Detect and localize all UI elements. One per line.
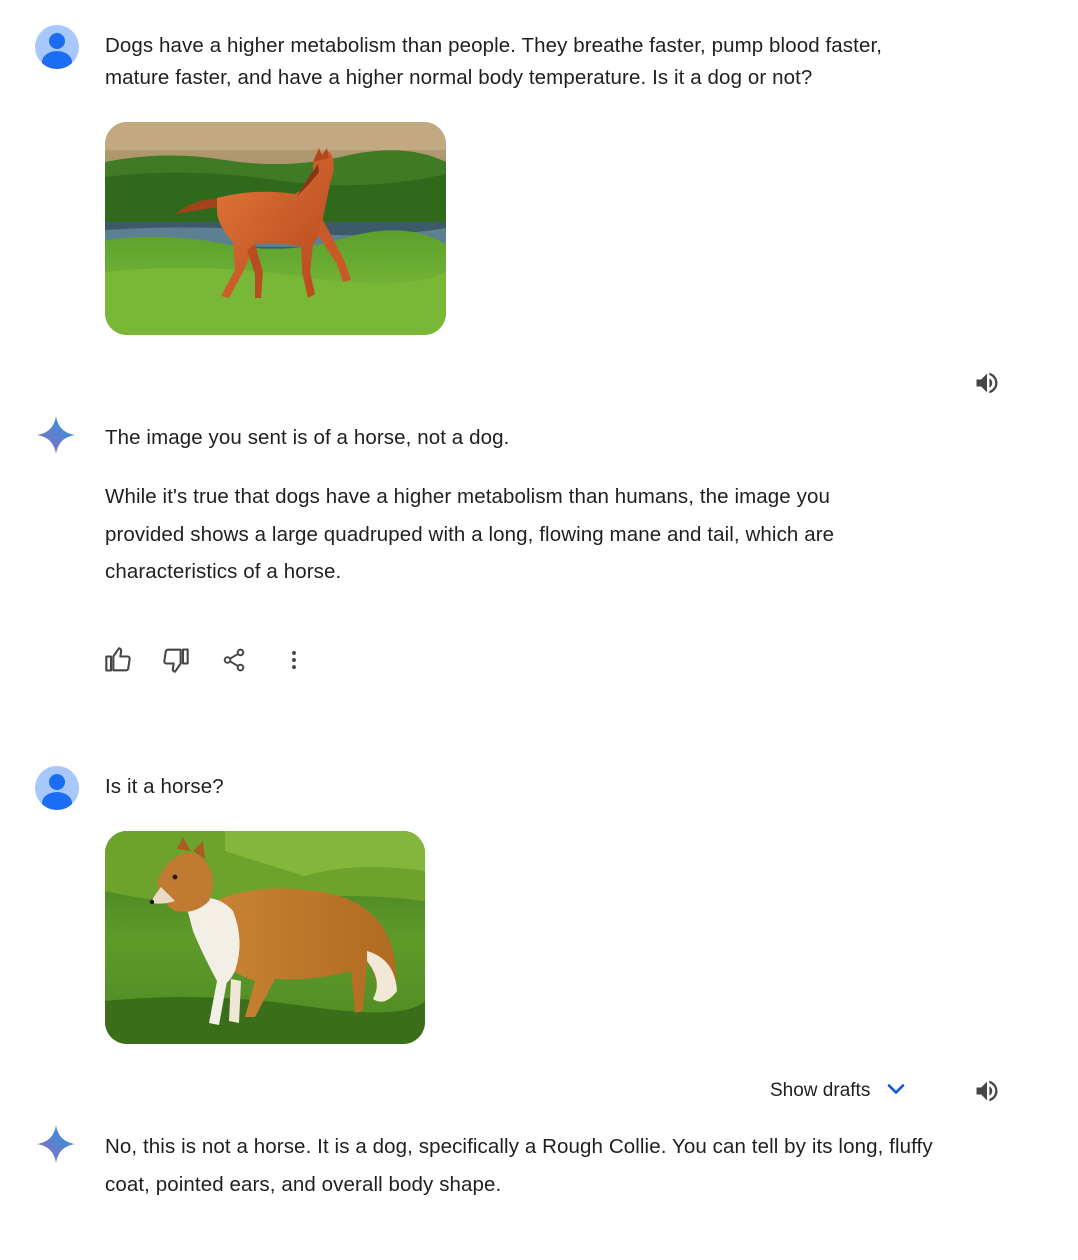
share-icon[interactable] — [214, 640, 254, 680]
user-avatar-icon — [35, 25, 79, 69]
response-paragraph-1: The image you sent is of a horse, not a … — [105, 426, 510, 449]
user-prompt-text: Dogs have a higher metabolism than peopl… — [105, 34, 883, 89]
gemini-spark-icon — [37, 1125, 75, 1163]
chevron-down-icon — [884, 1077, 908, 1106]
show-drafts-button[interactable]: Show drafts — [770, 1074, 908, 1108]
user-prompt-text: Is it a horse? — [105, 775, 224, 798]
horse-photo[interactable] — [105, 122, 446, 335]
show-drafts-label: Show drafts — [770, 1080, 871, 1101]
thumb-down-icon[interactable] — [156, 640, 196, 680]
gemini-spark-icon — [37, 416, 75, 454]
user-avatar-icon — [35, 766, 79, 810]
volume-icon[interactable] — [967, 363, 1007, 403]
response-text: No, this is not a horse. It is a dog, sp… — [105, 1135, 933, 1196]
chat-page: Dogs have a higher metabolism than peopl… — [0, 0, 1078, 1260]
thumb-up-icon[interactable] — [98, 640, 138, 680]
response-paragraph-2: While it's true that dogs have a higher … — [105, 485, 835, 583]
volume-icon[interactable] — [967, 1071, 1007, 1111]
collie-photo[interactable] — [105, 831, 425, 1044]
more-vert-icon[interactable] — [274, 640, 314, 680]
